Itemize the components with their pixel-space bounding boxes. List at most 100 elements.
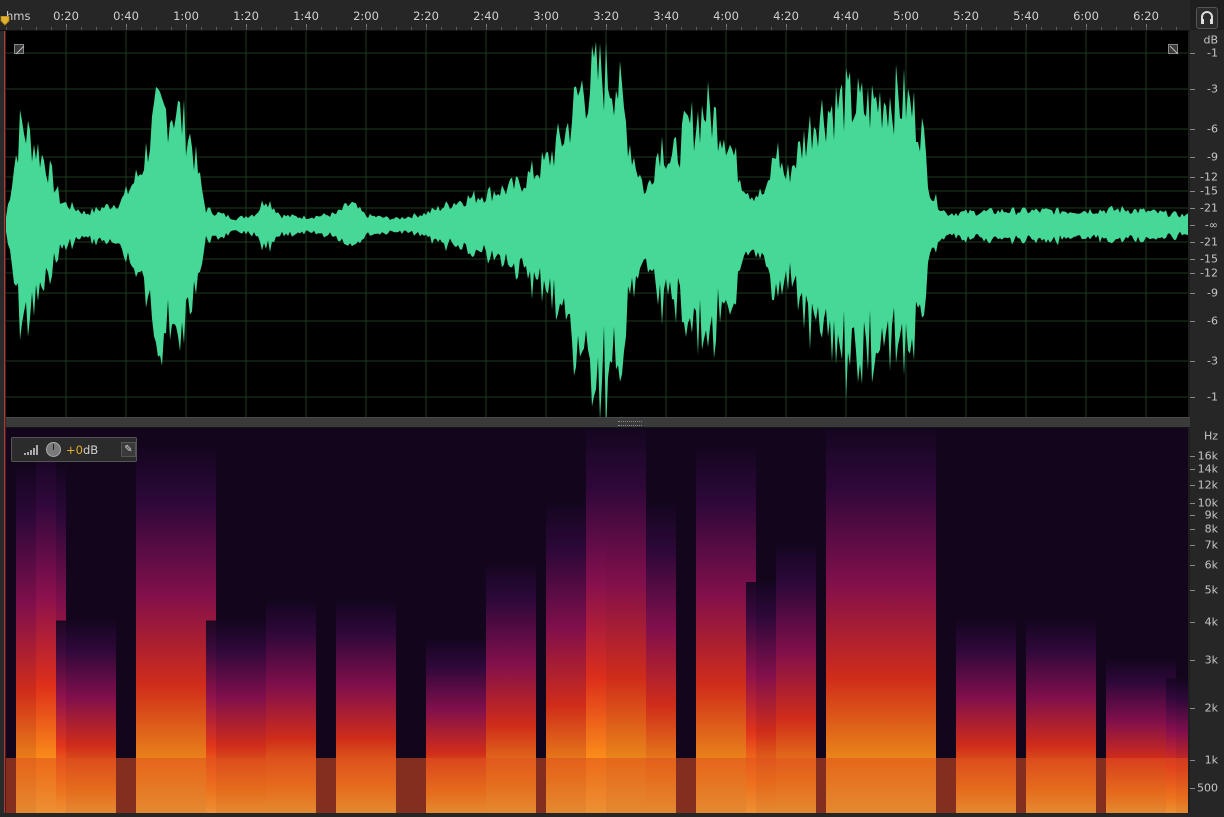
db-tick — [1190, 191, 1195, 192]
db-tick — [1190, 225, 1195, 226]
time-minor-tick — [741, 27, 742, 30]
playhead-line — [4, 31, 5, 817]
hz-label: 500 — [1197, 781, 1218, 795]
hz-label: 5k — [1204, 583, 1218, 597]
hz-tick — [1190, 622, 1195, 623]
time-minor-tick — [156, 27, 157, 30]
time-minor-tick — [456, 27, 457, 30]
time-minor-tick — [981, 27, 982, 30]
db-tick — [1190, 397, 1195, 398]
time-minor-tick — [1146, 27, 1147, 30]
time-tick-label: 0:20 — [53, 9, 79, 23]
hz-tick — [1190, 660, 1195, 661]
time-minor-tick — [606, 27, 607, 30]
db-label: -3 — [1207, 354, 1218, 368]
time-minor-tick — [831, 27, 832, 30]
hz-label: 16k — [1197, 449, 1218, 463]
time-minor-tick — [891, 27, 892, 30]
time-tick-label: 1:00 — [173, 9, 199, 23]
time-tick-label: 4:40 — [833, 9, 859, 23]
signal-level-icon — [24, 445, 38, 455]
db-label: -∞ — [1204, 218, 1218, 232]
hz-tick — [1190, 485, 1195, 486]
time-tick-label: 4:20 — [773, 9, 799, 23]
time-tick-label: 2:20 — [413, 9, 439, 23]
hz-tick — [1190, 760, 1195, 761]
time-minor-tick — [561, 27, 562, 30]
time-minor-tick — [921, 27, 922, 30]
db-tick — [1190, 53, 1195, 54]
time-minor-tick — [846, 27, 847, 30]
time-tick-label: 3:20 — [593, 9, 619, 23]
time-minor-tick — [876, 27, 877, 30]
time-minor-tick — [81, 27, 82, 30]
time-minor-tick — [141, 27, 142, 30]
db-tick — [1190, 259, 1195, 260]
time-minor-tick — [1086, 27, 1087, 30]
hz-tick — [1190, 788, 1195, 789]
time-minor-tick — [591, 27, 592, 30]
hz-label: 7k — [1204, 538, 1218, 552]
headphones-icon — [1201, 11, 1213, 24]
db-tick — [1190, 273, 1195, 274]
time-tick-label: 1:40 — [293, 9, 319, 23]
time-minor-tick — [411, 27, 412, 30]
db-label: -1 — [1207, 390, 1218, 404]
gain-hud[interactable]: +0 dB ✎ — [11, 437, 137, 462]
gain-value[interactable]: +0 — [66, 443, 83, 457]
time-tick-label: 4:00 — [713, 9, 739, 23]
time-minor-tick — [546, 27, 547, 30]
time-minor-tick — [1101, 27, 1102, 30]
time-minor-tick — [6, 27, 7, 30]
playhead-marker-icon[interactable] — [0, 16, 10, 26]
time-tick-label: 0:40 — [113, 9, 139, 23]
time-tick-label: 3:00 — [533, 9, 559, 23]
time-minor-tick — [681, 27, 682, 30]
time-minor-tick — [1056, 27, 1057, 30]
spectral-display[interactable] — [6, 428, 1188, 813]
time-minor-tick — [1116, 27, 1117, 30]
time-minor-tick — [36, 27, 37, 30]
db-label: -15 — [1200, 184, 1218, 198]
time-minor-tick — [111, 27, 112, 30]
db-label: -9 — [1207, 150, 1218, 164]
waveform-display[interactable] — [6, 31, 1188, 417]
hz-tick — [1190, 565, 1195, 566]
waveform-zoom-left-button[interactable] — [14, 44, 25, 55]
hz-tick — [1190, 503, 1195, 504]
headphones-button[interactable] — [1196, 7, 1218, 29]
time-tick-label: 2:40 — [473, 9, 499, 23]
time-minor-tick — [366, 27, 367, 30]
db-tick — [1190, 361, 1195, 362]
time-minor-tick — [216, 27, 217, 30]
hz-label: 4k — [1204, 615, 1218, 629]
gain-knob[interactable] — [46, 442, 61, 457]
waveform-zoom-right-button[interactable] — [1168, 44, 1179, 55]
time-minor-tick — [1041, 27, 1042, 30]
db-tick — [1190, 89, 1195, 90]
hz-tick — [1190, 469, 1195, 470]
time-minor-tick — [756, 27, 757, 30]
db-label: -3 — [1207, 82, 1218, 96]
db-label: -1 — [1207, 46, 1218, 60]
time-minor-tick — [786, 27, 787, 30]
time-minor-tick — [621, 27, 622, 30]
time-ruler[interactable]: hms 0:20 0:40 1:00 1:20 1:40 2:00 2:20 2:40 3:00… — [0, 0, 1190, 31]
time-minor-tick — [201, 27, 202, 30]
time-minor-tick — [861, 27, 862, 30]
time-minor-tick — [1161, 27, 1162, 30]
time-minor-tick — [261, 27, 262, 30]
time-minor-tick — [51, 27, 52, 30]
time-minor-tick — [336, 27, 337, 30]
spectral-energy-band — [826, 428, 936, 813]
db-tick — [1190, 177, 1195, 178]
zoom-corner-icon — [1169, 45, 1179, 55]
pin-hud-button[interactable]: ✎ — [121, 442, 136, 457]
time-minor-tick — [531, 27, 532, 30]
panel-divider[interactable] — [6, 417, 1190, 428]
time-minor-tick — [291, 27, 292, 30]
time-minor-tick — [726, 27, 727, 30]
db-tick — [1190, 129, 1195, 130]
time-minor-tick — [441, 27, 442, 30]
time-tick-label: 6:20 — [1133, 9, 1159, 23]
